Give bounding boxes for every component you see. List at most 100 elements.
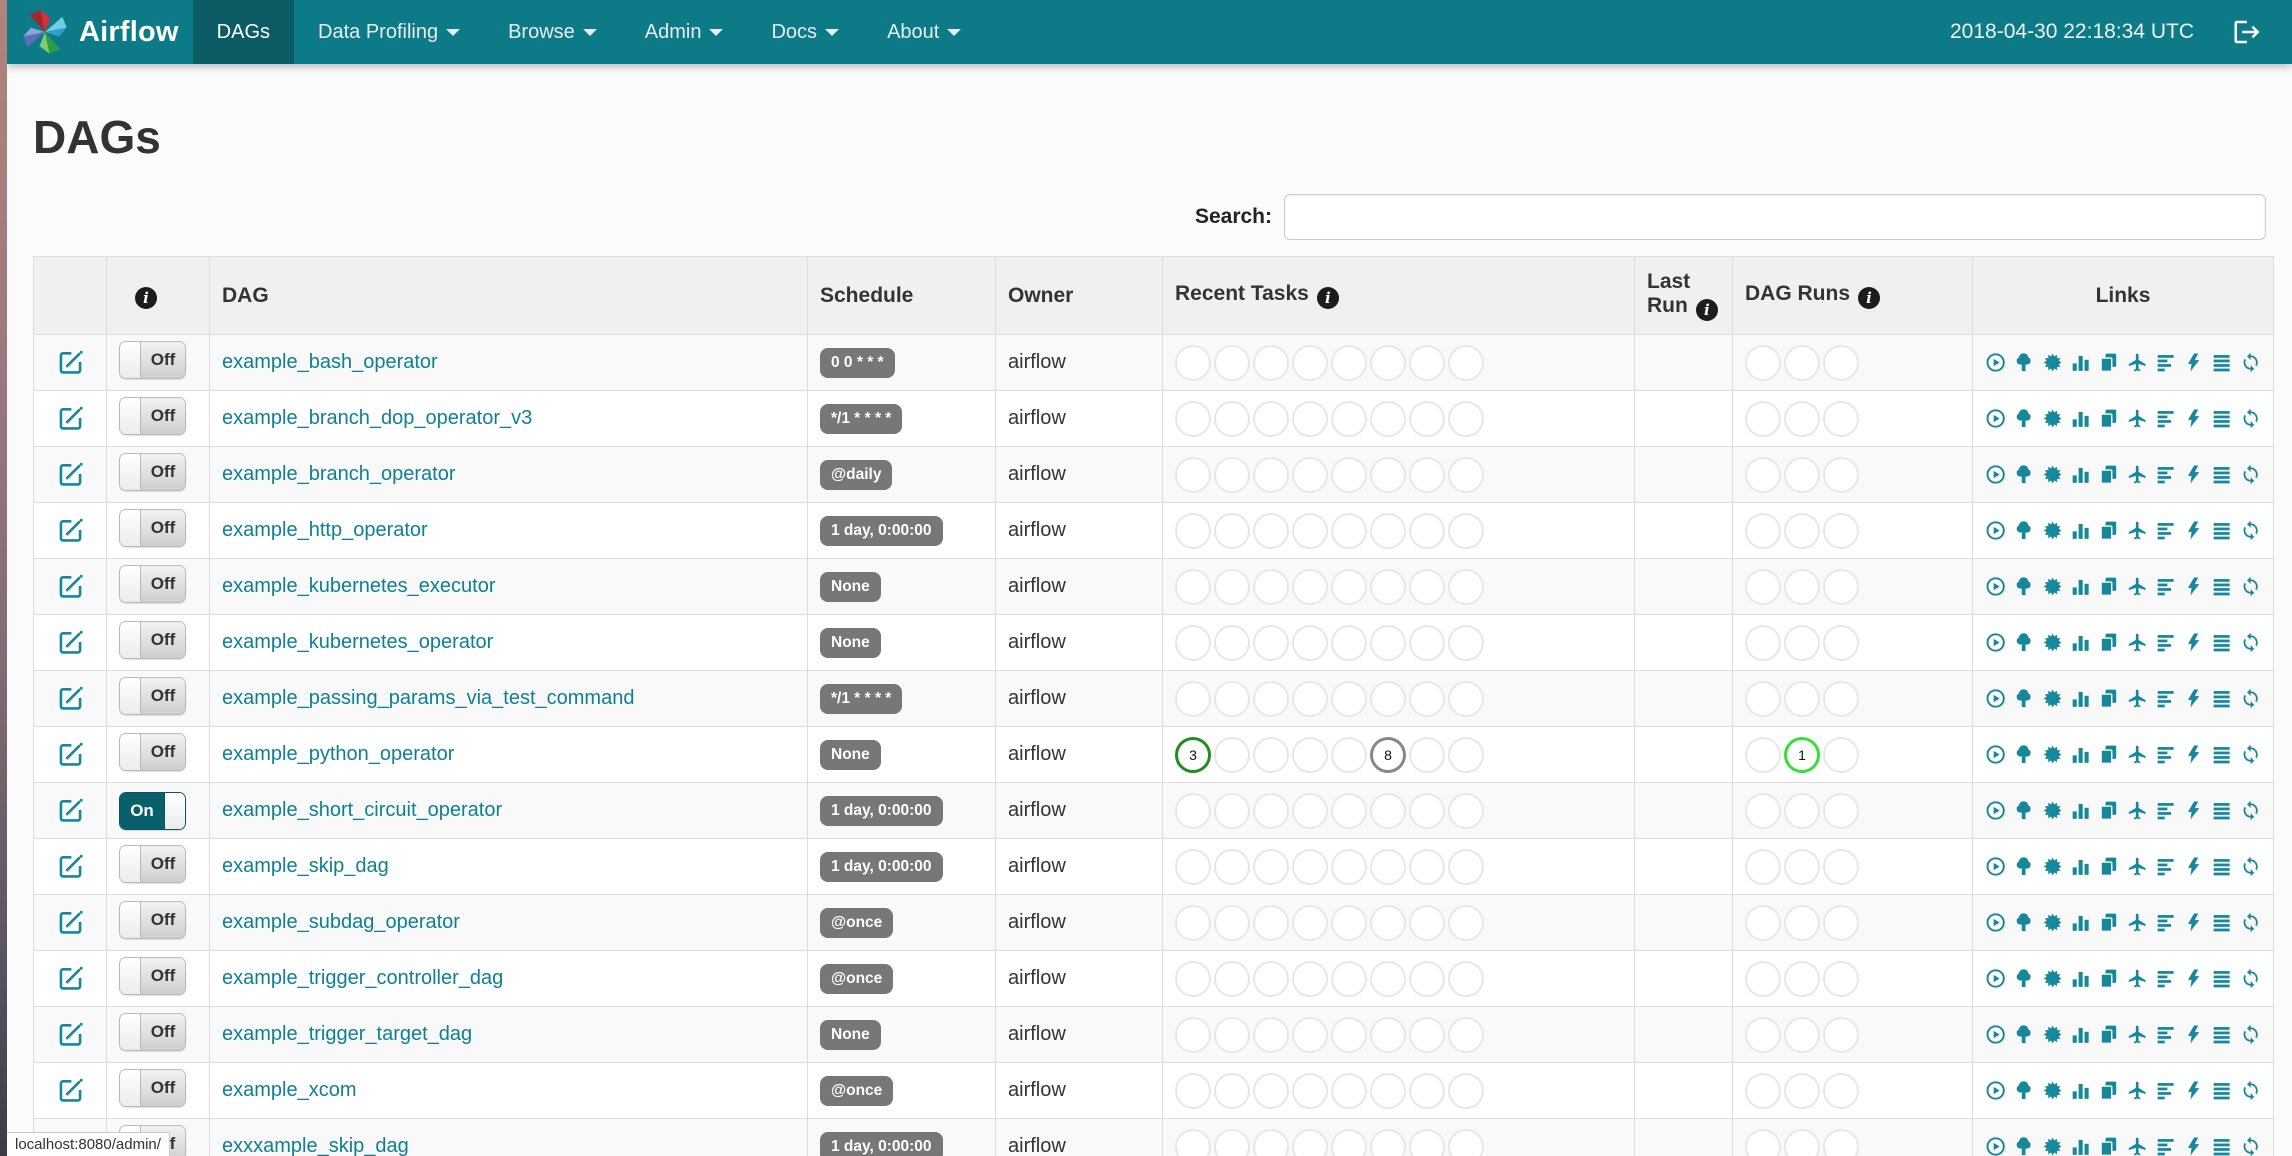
landing-times-icon[interactable]	[2127, 798, 2148, 823]
refresh-icon[interactable]	[2240, 350, 2261, 375]
task-state-circle[interactable]	[1214, 624, 1250, 661]
dag-details-icon[interactable]	[2211, 910, 2232, 935]
task-state-circle[interactable]	[1370, 1016, 1406, 1053]
task-state-circle[interactable]	[1292, 904, 1328, 941]
dag-link[interactable]: example_short_circuit_operator	[222, 799, 502, 821]
task-state-circle[interactable]	[1253, 960, 1289, 997]
code-view-icon[interactable]	[2183, 462, 2204, 487]
task-state-circle[interactable]	[1175, 792, 1211, 829]
task-state-circle[interactable]	[1214, 512, 1250, 549]
landing-times-icon[interactable]	[2127, 630, 2148, 655]
task-duration-icon[interactable]	[2070, 630, 2091, 655]
refresh-icon[interactable]	[2240, 854, 2261, 879]
task-state-circle[interactable]	[1370, 848, 1406, 885]
edit-dag-icon[interactable]	[57, 629, 84, 656]
dag-details-icon[interactable]	[2211, 966, 2232, 991]
dag-pause-toggle[interactable]: Off	[119, 677, 186, 715]
task-state-circle[interactable]	[1214, 680, 1250, 717]
task-state-circle[interactable]	[1292, 1016, 1328, 1053]
task-duration-icon[interactable]	[2070, 462, 2091, 487]
task-state-circle[interactable]	[1175, 960, 1211, 997]
refresh-icon[interactable]	[2240, 630, 2261, 655]
task-state-circle[interactable]	[1253, 624, 1289, 661]
nav-item-about[interactable]: About	[863, 0, 985, 64]
tree-view-icon[interactable]	[2013, 1134, 2034, 1156]
task-state-circle[interactable]	[1253, 400, 1289, 437]
task-state-circle[interactable]	[1370, 456, 1406, 493]
dag-pause-toggle[interactable]: Off	[119, 509, 186, 547]
task-tries-icon[interactable]	[2098, 1022, 2119, 1047]
code-view-icon[interactable]	[2183, 1022, 2204, 1047]
graph-view-icon[interactable]	[2042, 742, 2063, 767]
dag-details-icon[interactable]	[2211, 462, 2232, 487]
dag-run-state-circle[interactable]	[1745, 848, 1781, 885]
dag-run-state-circle[interactable]	[1823, 624, 1859, 661]
code-view-icon[interactable]	[2183, 630, 2204, 655]
dag-run-state-circle[interactable]	[1784, 792, 1820, 829]
landing-times-icon[interactable]	[2127, 686, 2148, 711]
gantt-icon[interactable]	[2155, 350, 2176, 375]
task-state-circle[interactable]	[1253, 736, 1289, 773]
trigger-dag-icon[interactable]	[1985, 686, 2006, 711]
dag-link[interactable]: example_branch_operator	[222, 463, 456, 485]
landing-times-icon[interactable]	[2127, 742, 2148, 767]
task-state-circle[interactable]	[1409, 1016, 1445, 1053]
dag-pause-toggle[interactable]: Off	[119, 901, 186, 939]
dag-run-state-circle[interactable]	[1784, 400, 1820, 437]
task-state-circle[interactable]	[1253, 792, 1289, 829]
brand-link[interactable]: Airflow	[7, 0, 193, 64]
task-state-circle[interactable]	[1448, 400, 1484, 437]
dag-details-icon[interactable]	[2211, 742, 2232, 767]
dag-run-state-circle[interactable]	[1745, 568, 1781, 605]
task-state-circle[interactable]	[1448, 568, 1484, 605]
dag-link[interactable]: example_bash_operator	[222, 351, 438, 373]
task-state-circle[interactable]	[1331, 680, 1367, 717]
refresh-icon[interactable]	[2240, 686, 2261, 711]
dag-run-state-circle[interactable]	[1823, 904, 1859, 941]
task-tries-icon[interactable]	[2098, 518, 2119, 543]
graph-view-icon[interactable]	[2042, 1134, 2063, 1156]
dag-run-state-circle[interactable]	[1784, 680, 1820, 717]
dag-run-state-circle[interactable]	[1823, 344, 1859, 381]
task-state-circle[interactable]	[1175, 456, 1211, 493]
dag-run-state-circle[interactable]	[1784, 344, 1820, 381]
dag-run-state-circle[interactable]	[1745, 1072, 1781, 1109]
gantt-icon[interactable]	[2155, 406, 2176, 431]
dag-link[interactable]: example_trigger_target_dag	[222, 1023, 472, 1045]
trigger-dag-icon[interactable]	[1985, 406, 2006, 431]
task-state-circle[interactable]	[1253, 1016, 1289, 1053]
dag-details-icon[interactable]	[2211, 518, 2232, 543]
dag-link[interactable]: example_trigger_controller_dag	[222, 967, 503, 989]
nav-item-data-profiling[interactable]: Data Profiling	[294, 0, 484, 64]
dag-details-icon[interactable]	[2211, 630, 2232, 655]
tree-view-icon[interactable]	[2013, 686, 2034, 711]
gantt-icon[interactable]	[2155, 518, 2176, 543]
task-duration-icon[interactable]	[2070, 518, 2091, 543]
task-state-circle[interactable]	[1292, 568, 1328, 605]
dag-run-state-circle[interactable]	[1784, 456, 1820, 493]
trigger-dag-icon[interactable]	[1985, 966, 2006, 991]
dag-run-state-circle[interactable]	[1784, 1128, 1820, 1156]
task-state-circle[interactable]	[1331, 736, 1367, 773]
task-duration-icon[interactable]	[2070, 686, 2091, 711]
code-view-icon[interactable]	[2183, 742, 2204, 767]
task-state-circle[interactable]	[1370, 568, 1406, 605]
edit-dag-icon[interactable]	[57, 965, 84, 992]
nav-item-admin[interactable]: Admin	[621, 0, 748, 64]
dag-run-state-circle[interactable]: 1	[1784, 736, 1820, 773]
task-tries-icon[interactable]	[2098, 854, 2119, 879]
task-state-circle[interactable]	[1370, 344, 1406, 381]
task-state-circle[interactable]	[1448, 1072, 1484, 1109]
trigger-dag-icon[interactable]	[1985, 910, 2006, 935]
task-tries-icon[interactable]	[2098, 1078, 2119, 1103]
trigger-dag-icon[interactable]	[1985, 1078, 2006, 1103]
dag-link[interactable]: example_kubernetes_operator	[222, 631, 493, 653]
task-state-circle[interactable]	[1370, 1072, 1406, 1109]
task-state-circle[interactable]	[1175, 344, 1211, 381]
dag-run-state-circle[interactable]	[1823, 400, 1859, 437]
dag-run-state-circle[interactable]	[1823, 736, 1859, 773]
task-state-circle[interactable]	[1175, 1072, 1211, 1109]
task-state-circle[interactable]	[1253, 456, 1289, 493]
task-state-circle[interactable]	[1292, 1072, 1328, 1109]
dag-run-state-circle[interactable]	[1784, 512, 1820, 549]
